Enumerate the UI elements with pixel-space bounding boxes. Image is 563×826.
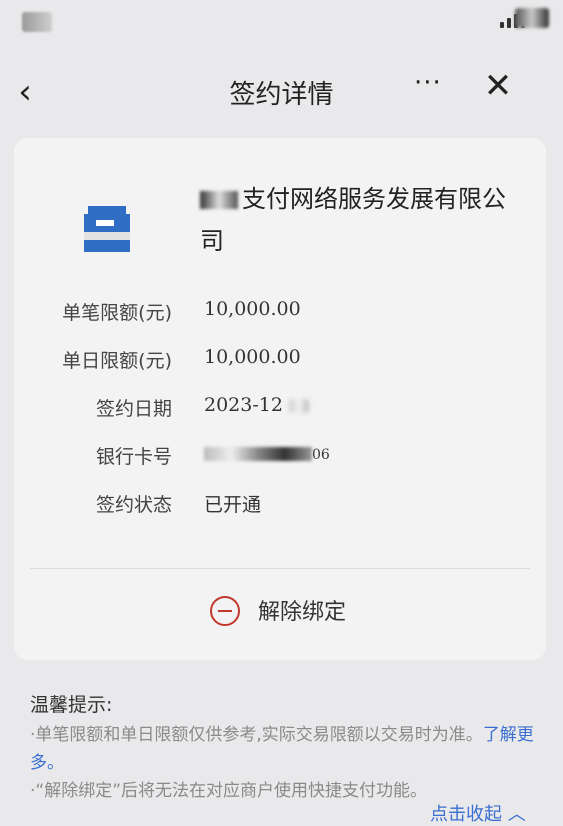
card-number-tail: 06 [312,447,330,463]
merchant-logo-icon [84,206,130,252]
card-number-redacted [204,447,312,461]
detail-label: 单笔限额(元) [62,302,172,324]
sign-date-text: 2023-12 [204,394,283,416]
status-time-redacted [22,12,52,32]
page-title: 签约详情 [229,80,334,110]
detail-row-card-number: 银行卡号 06 [14,442,546,478]
sign-date-redacted [289,399,309,413]
detail-value: 06 [204,442,330,464]
detail-label: 签约状态 [95,494,172,516]
detail-row-sign-date: 签约日期 2023-12 [14,394,546,430]
more-icon[interactable]: ··· [414,68,450,98]
detail-label: 银行卡号 [95,446,172,468]
unbind-button[interactable]: 解除绑定 [14,586,546,642]
merchant-name-text: 支付网络服务发展有限公司 [200,185,506,255]
status-indicators-redacted [515,8,549,28]
collapse-link[interactable]: 点击收起 ︿ [430,800,526,826]
tips-section: 温馨提示: ·单笔限额和单日限额仅供参考,实际交易限额以交易时为准。了解更多。 … [30,690,540,805]
detail-value: 已开通 [204,494,262,516]
tip-text: ·“解除绑定”后将无法在对应商户使用快捷支付功能。 [30,781,428,801]
detail-value: 10,000.00 [204,346,301,368]
tips-title: 温馨提示: [30,694,113,716]
minus-circle-icon [210,596,240,626]
status-bar [0,0,563,48]
detail-row-single-limit: 单笔限额(元) 10,000.00 [14,298,546,334]
tip-text: ·单笔限额和单日限额仅供参考,实际交易限额以交易时为准。 [30,725,483,745]
nav-bar: ‹ 签约详情 ··· ✕ [0,60,563,122]
detail-value: 2023-12 [204,394,309,416]
unbind-label: 解除绑定 [258,600,347,625]
detail-row-status: 签约状态 已开通 [14,490,546,526]
detail-label: 签约日期 [95,398,172,420]
divider [30,568,530,569]
detail-row-daily-limit: 单日限额(元) 10,000.00 [14,346,546,382]
detail-label: 单日限额(元) [62,350,172,372]
tip-item: ·单笔限额和单日限额仅供参考,实际交易限额以交易时为准。了解更多。 [30,721,540,777]
detail-value: 10,000.00 [204,298,301,320]
merchant-name: 支付网络服务发展有限公司 [200,178,520,262]
contract-detail-card: 支付网络服务发展有限公司 单笔限额(元) 10,000.00 单日限额(元) 1… [14,138,546,660]
merchant-name-redacted [200,191,238,209]
close-icon[interactable]: ✕ [480,66,516,106]
